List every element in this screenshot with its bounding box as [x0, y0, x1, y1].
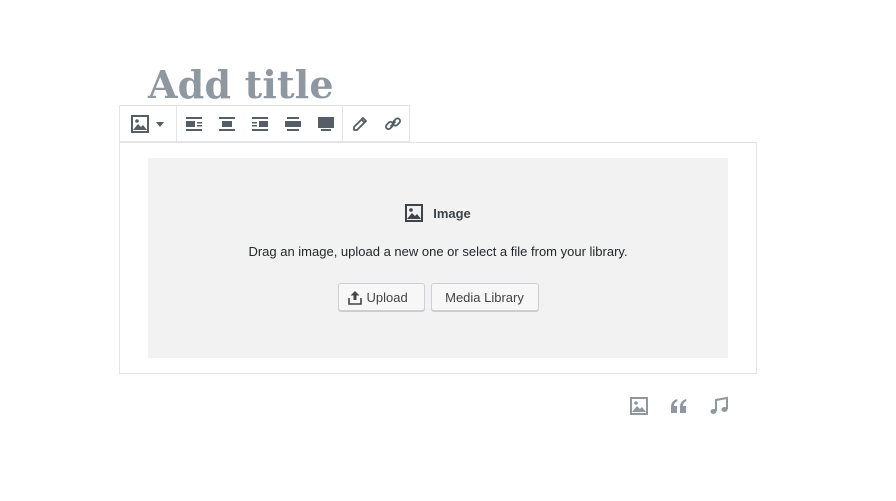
- placeholder-instructions: Drag an image, upload a new one or selec…: [248, 244, 628, 259]
- placeholder-actions: Upload Media Library: [148, 283, 728, 311]
- edit-image-button[interactable]: [343, 106, 376, 141]
- edit-group: [343, 106, 409, 141]
- align-wide-icon: [284, 116, 301, 131]
- block-inserter-shortcuts: [628, 394, 730, 418]
- block-toolbar: [119, 105, 410, 142]
- align-left-icon: [185, 116, 202, 131]
- block-switcher-group: [120, 106, 177, 141]
- image-icon: [405, 204, 424, 222]
- post-title-placeholder[interactable]: Add title: [148, 66, 334, 104]
- align-full-button[interactable]: [309, 106, 342, 141]
- align-center-icon: [218, 116, 235, 131]
- image-block[interactable]: Image Drag an image, upload a new one or…: [119, 142, 757, 374]
- align-wide-button[interactable]: [276, 106, 309, 141]
- add-audio-block-button[interactable]: [708, 394, 730, 418]
- align-left-button[interactable]: [177, 106, 210, 141]
- upload-label: Upload: [366, 289, 408, 305]
- align-full-icon: [317, 116, 334, 131]
- image-icon: [131, 114, 149, 133]
- upload-icon: [347, 290, 362, 305]
- insert-link-button[interactable]: [376, 106, 409, 141]
- align-right-icon: [251, 116, 268, 131]
- image-placeholder[interactable]: Image Drag an image, upload a new one or…: [148, 158, 728, 358]
- placeholder-label: Image: [148, 204, 728, 222]
- alignment-group: [177, 106, 343, 141]
- add-image-block-button[interactable]: [628, 394, 650, 418]
- placeholder-title: Image: [433, 205, 471, 221]
- link-icon: [384, 117, 401, 130]
- media-library-label: Media Library: [445, 289, 524, 305]
- align-right-button[interactable]: [243, 106, 276, 141]
- quote-icon: [671, 399, 687, 413]
- pencil-icon: [352, 116, 367, 131]
- add-quote-block-button[interactable]: [668, 394, 690, 418]
- block-switcher-button[interactable]: [120, 106, 176, 141]
- chevron-down-icon: [156, 121, 164, 127]
- image-icon: [630, 397, 648, 415]
- audio-icon: [710, 396, 728, 414]
- media-library-button[interactable]: Media Library: [430, 283, 539, 311]
- upload-button[interactable]: Upload: [337, 283, 425, 311]
- align-center-button[interactable]: [210, 106, 243, 141]
